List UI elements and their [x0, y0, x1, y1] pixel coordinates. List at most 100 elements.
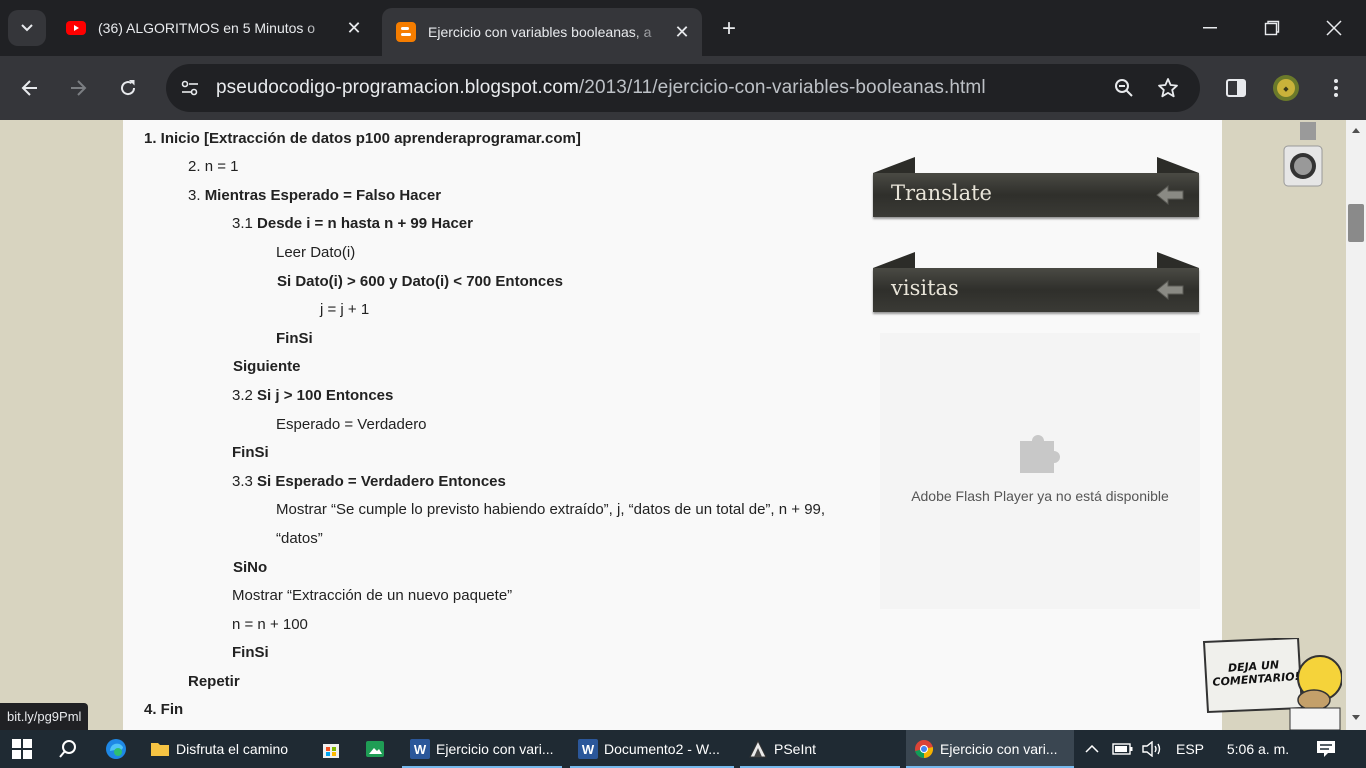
- forward-button[interactable]: [60, 70, 96, 106]
- pseudocode-line: 4. Fin: [144, 701, 184, 718]
- pseudocode-line: SiNo: [233, 559, 268, 576]
- tab-title: Ejercicio con variables booleanas, a: [428, 24, 652, 40]
- tab-search-button[interactable]: [8, 10, 46, 46]
- close-icon: [1326, 20, 1342, 36]
- arrow-left-icon: [21, 80, 37, 96]
- flash-message: Adobe Flash Player ya no está disponible: [911, 488, 1169, 504]
- visitas-title: visitas: [891, 276, 959, 300]
- edge-icon: [106, 739, 126, 759]
- more-vertical-icon: [1334, 79, 1338, 97]
- pseudocode-line: j = j + 1: [320, 301, 370, 318]
- action-center-button[interactable]: [1306, 730, 1346, 768]
- scroll-up-icon[interactable]: [1351, 126, 1361, 134]
- taskbar-item-word-2[interactable]: W Documento2 - W...: [570, 730, 734, 768]
- url-domain: pseudocodigo-programacion.blogspot.com: [216, 77, 579, 98]
- decorative-camera-sticker-icon: [1282, 120, 1324, 190]
- taskbar-item-label: PSeInt: [774, 741, 817, 757]
- flash-plugin-placeholder: Adobe Flash Player ya no está disponible: [880, 333, 1200, 609]
- search-button[interactable]: [46, 730, 90, 768]
- pseudocode-line: 3.3 Si Esperado = Verdadero Entonces: [232, 473, 506, 490]
- taskbar-item-chrome[interactable]: Ejercicio con vari...: [906, 730, 1074, 768]
- input-language-indicator[interactable]: ESP: [1172, 730, 1208, 768]
- minimize-button[interactable]: [1190, 10, 1230, 46]
- speaker-icon: [1142, 741, 1161, 757]
- side-panel-icon: [1226, 79, 1246, 97]
- language-label: ESP: [1175, 741, 1204, 757]
- clock[interactable]: 5:06 a. m.: [1218, 730, 1298, 768]
- close-tab-icon[interactable]: ✕: [340, 14, 368, 42]
- arrow-right-icon: [71, 80, 87, 96]
- translate-title: Translate: [891, 181, 992, 205]
- banner-ear: [873, 157, 915, 173]
- youtube-icon: [66, 18, 86, 38]
- url-path: /2013/11/ejercicio-con-variables-boolean…: [578, 77, 986, 98]
- taskbar-item-label: Documento2 - W...: [604, 741, 720, 757]
- svg-text:W: W: [414, 742, 427, 757]
- pseudocode-line: 2. n = 1: [188, 158, 239, 175]
- bookmark-star-icon[interactable]: [1156, 76, 1180, 100]
- close-window-button[interactable]: [1314, 10, 1354, 46]
- windows-logo-icon: [12, 739, 32, 759]
- start-button[interactable]: [0, 730, 44, 768]
- pseudocode-line: 1. Inicio [Extracción de datos p100 apre…: [144, 130, 581, 147]
- pseudocode-line: “datos”: [276, 530, 323, 547]
- browser-tab-strip: (36) ALGORITMOS en 5 Minutos o ✕ Ejercic…: [0, 0, 1366, 56]
- url-text[interactable]: pseudocodigo-programacion.blogspot.com/2…: [216, 77, 986, 99]
- pseudocode-line: 3.2 Si j > 100 Entonces: [232, 387, 394, 404]
- taskbar-item-label: Disfruta el camino: [176, 741, 289, 757]
- comment-sticker[interactable]: DEJA UN COMENTARIO!: [1202, 636, 1343, 730]
- profile-avatar[interactable]: ◆: [1268, 70, 1304, 106]
- svg-text:W: W: [582, 742, 595, 757]
- pseudocode-line: 3. Mientras Esperado = Falso Hacer: [188, 187, 442, 204]
- arrow-left-icon: [1155, 278, 1185, 302]
- pseudocode-line: Esperado = Verdadero: [276, 416, 427, 433]
- reload-button[interactable]: [110, 70, 146, 106]
- store-icon: [321, 739, 341, 759]
- visitas-widget-header[interactable]: visitas: [873, 252, 1199, 314]
- address-bar[interactable]: pseudocodigo-programacion.blogspot.com/2…: [166, 64, 1200, 112]
- taskbar-item-explorer[interactable]: Disfruta el camino: [140, 730, 304, 768]
- side-panel-button[interactable]: [1218, 70, 1254, 106]
- back-button[interactable]: [12, 70, 48, 106]
- taskbar-item-word-1[interactable]: W Ejercicio con vari...: [402, 730, 562, 768]
- blogger-icon: [396, 22, 416, 42]
- restore-button[interactable]: [1252, 10, 1292, 46]
- chevron-down-icon: [21, 24, 33, 32]
- taskbar-item-store[interactable]: [312, 730, 350, 768]
- close-tab-icon[interactable]: ✕: [668, 18, 696, 46]
- translate-widget-header[interactable]: Translate: [873, 157, 1199, 219]
- site-settings-icon[interactable]: [178, 76, 202, 100]
- pseudocode-line: Mostrar “Extracción de un nuevo paquete”: [232, 587, 513, 604]
- image-viewer-icon: [365, 739, 385, 759]
- scroll-down-icon[interactable]: [1351, 714, 1361, 722]
- taskbar-item-photos[interactable]: [356, 730, 394, 768]
- tab-youtube[interactable]: (36) ALGORITMOS en 5 Minutos o ✕: [52, 8, 374, 48]
- pseudocode-line: Repetir: [188, 673, 240, 690]
- word-icon: W: [410, 739, 430, 759]
- pseudocode-line: Si Dato(i) > 600 y Dato(i) < 700 Entonce…: [277, 273, 563, 290]
- pseudocode-line: n = n + 100: [232, 616, 308, 633]
- chrome-icon: [914, 739, 934, 759]
- folder-icon: [150, 739, 170, 759]
- pseudocode-line: Mostrar “Se cumple lo previsto habiendo …: [276, 501, 826, 518]
- status-bar-url: bit.ly/pg9Pml: [0, 703, 89, 730]
- chevron-up-icon: [1085, 745, 1099, 753]
- page-scrollbar[interactable]: [1346, 120, 1366, 730]
- pseint-icon: [748, 739, 768, 759]
- battery-button[interactable]: [1110, 730, 1136, 768]
- new-tab-button[interactable]: +: [714, 14, 744, 44]
- pseudocode-line: Leer Dato(i): [276, 244, 356, 261]
- volume-button[interactable]: [1140, 730, 1166, 768]
- banner-ear: [873, 252, 915, 268]
- taskbar-item-pseint[interactable]: PSeInt: [740, 730, 900, 768]
- minimize-icon: [1203, 27, 1217, 29]
- taskbar-edge[interactable]: [94, 730, 138, 768]
- pseudocode-line: FinSi: [232, 644, 269, 661]
- puzzle-piece-icon: [1016, 427, 1064, 480]
- show-hidden-icons-button[interactable]: [1082, 730, 1102, 768]
- menu-button[interactable]: [1318, 70, 1354, 106]
- scrollbar-thumb[interactable]: [1348, 204, 1364, 242]
- pseudocode-line: Siguiente: [233, 358, 301, 375]
- tab-blogger[interactable]: Ejercicio con variables booleanas, a ✕: [382, 8, 702, 56]
- zoom-icon[interactable]: [1112, 76, 1136, 100]
